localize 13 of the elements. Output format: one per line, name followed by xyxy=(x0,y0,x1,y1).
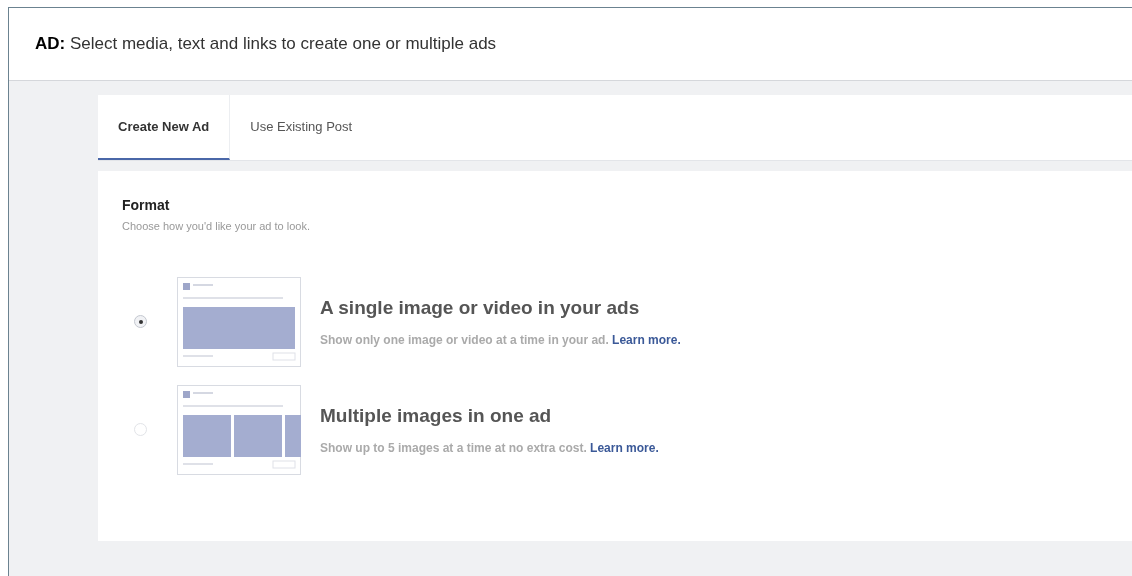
radio-button[interactable] xyxy=(134,423,147,436)
option-description: Show only one image or video at a time in your ad. Learn more. xyxy=(320,331,681,349)
learn-more-link[interactable]: Learn more. xyxy=(612,332,681,347)
option-description: Show up to 5 images at a time at no extra cost. Learn more. xyxy=(320,439,659,457)
radio-button[interactable] xyxy=(134,315,147,328)
tab[interactable]: Use Existing Post xyxy=(230,95,373,160)
section-subtitle: Choose how you'd like your ad to look. xyxy=(122,219,310,234)
option-title: A single image or video in your ads xyxy=(320,296,640,321)
tab[interactable]: Create New Ad xyxy=(98,95,231,160)
learn-more-link[interactable]: Learn more. xyxy=(590,440,659,455)
section-title: Format xyxy=(122,196,170,215)
header-title: AD: Select media, text and links to create one or multiple ads xyxy=(35,33,497,56)
option-title: Multiple images in one ad xyxy=(320,404,552,429)
